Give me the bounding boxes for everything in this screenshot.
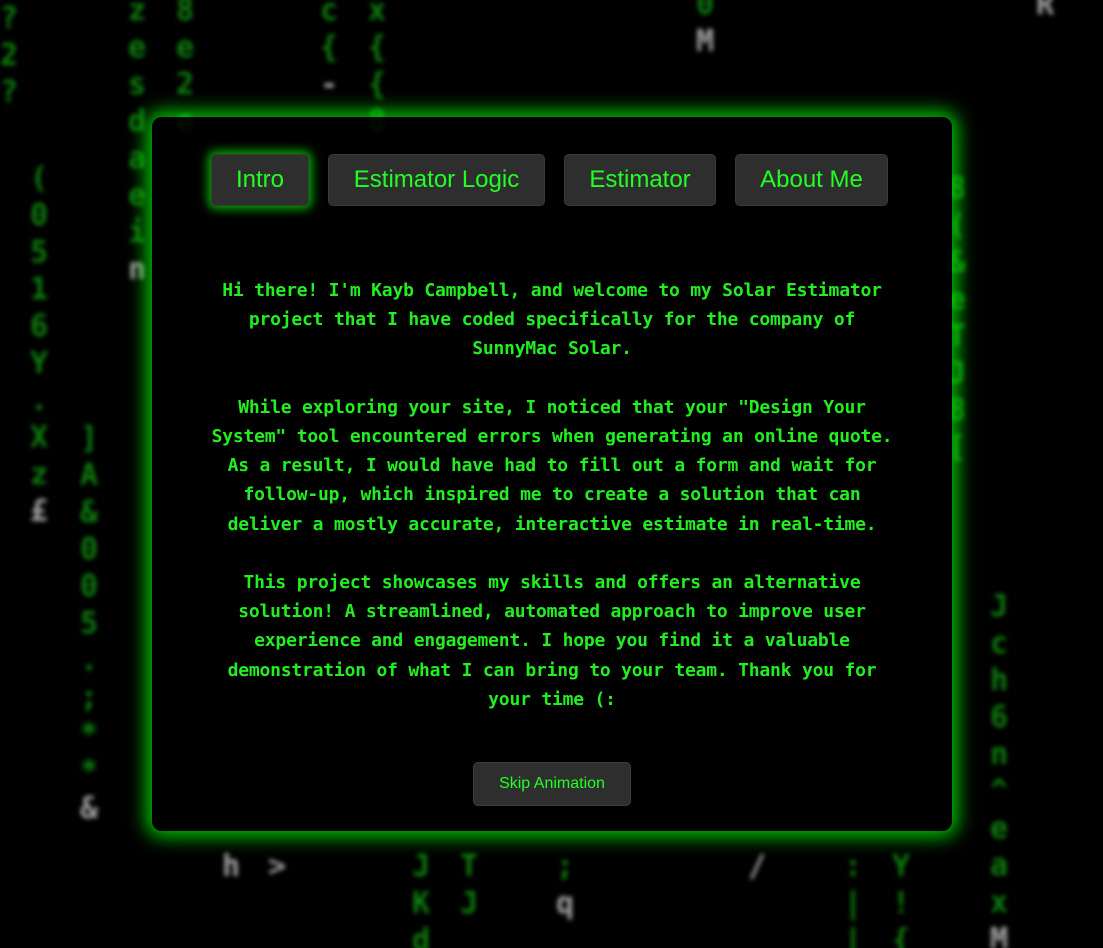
matrix-rain-column: JKd xyxy=(412,849,431,948)
tab-estimator-logic[interactable]: Estimator Logic xyxy=(328,154,545,206)
matrix-rain-column: c{- xyxy=(320,0,339,102)
matrix-rain-column: / xyxy=(748,849,767,884)
matrix-rain-column: 0M xyxy=(696,0,715,59)
tab-estimator[interactable]: Estimator xyxy=(564,154,716,206)
intro-paragraph: While exploring your site, I noticed tha… xyxy=(211,396,893,535)
matrix-rain-column: ; q xyxy=(556,849,575,921)
intro-panel: Intro Estimator Logic Estimator About Me… xyxy=(152,117,952,831)
matrix-rain-column: h xyxy=(222,849,241,884)
matrix-rain-column: (0 5 1 6 Y. Xz £ xyxy=(30,161,49,529)
intro-text: Hi there! I'm Kayb Campbell, and welcome… xyxy=(202,276,902,743)
matrix-rain-column: Y!{ xyxy=(892,849,911,948)
tab-bar: Intro Estimator Logic Estimator About Me xyxy=(211,154,888,206)
matrix-rain-column: : | | xyxy=(844,849,863,948)
matrix-rain-column: zesdaein xyxy=(128,0,147,287)
tab-intro[interactable]: Intro xyxy=(211,154,309,206)
matrix-rain-column: R xyxy=(1036,0,1055,22)
matrix-rain-column: TJ xyxy=(460,849,479,921)
intro-paragraph: This project showcases my skills and off… xyxy=(227,572,877,710)
tab-about-me[interactable]: About Me xyxy=(735,154,888,206)
matrix-rain-column: > xyxy=(268,849,287,884)
matrix-rain-column: ] A & 0 0 5.; * * & xyxy=(80,421,99,826)
skip-animation-button[interactable]: Skip Animation xyxy=(473,762,631,806)
matrix-rain-column: Jc h 6 n ^ e a x M xyxy=(990,589,1009,948)
matrix-rain-column: ? 2? xyxy=(0,1,19,110)
intro-paragraph: Hi there! I'm Kayb Campbell, and welcome… xyxy=(222,280,882,360)
